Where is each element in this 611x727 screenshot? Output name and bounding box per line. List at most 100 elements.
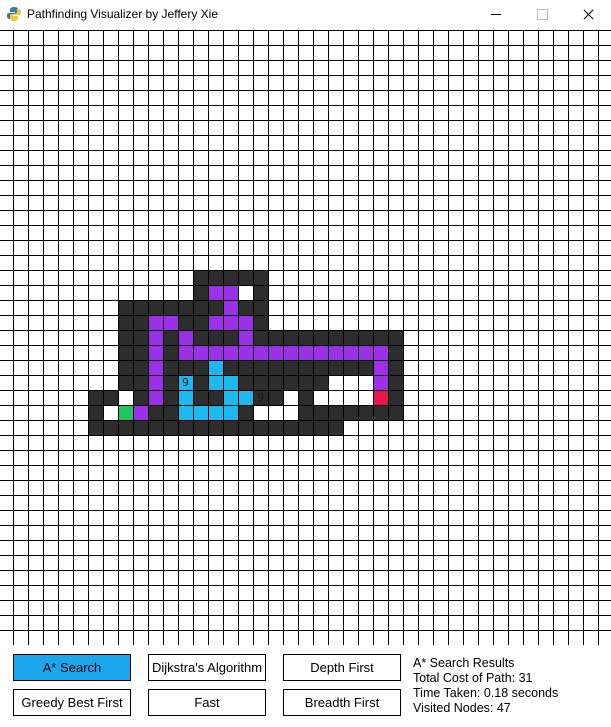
wall-cell[interactable] (163, 405, 178, 420)
close-button[interactable] (565, 0, 611, 30)
wall-cell[interactable] (223, 420, 238, 435)
wall-cell[interactable] (118, 360, 133, 375)
wall-cell[interactable] (163, 360, 178, 375)
maximize-button[interactable] (519, 0, 565, 30)
wall-cell[interactable] (118, 315, 133, 330)
path-cell[interactable] (268, 345, 283, 360)
wall-cell[interactable] (133, 420, 148, 435)
wall-cell[interactable] (298, 420, 313, 435)
path-cell[interactable] (148, 375, 163, 390)
wall-cell[interactable] (298, 390, 313, 405)
path-cell[interactable] (358, 345, 373, 360)
wall-cell[interactable] (343, 330, 358, 345)
dijkstra-algorithm-button[interactable]: Dijkstra's Algorithm (148, 654, 266, 681)
path-cell[interactable] (373, 360, 388, 375)
wall-cell[interactable] (88, 390, 103, 405)
path-cell[interactable] (223, 345, 238, 360)
path-cell[interactable] (193, 345, 208, 360)
path-cell[interactable] (298, 345, 313, 360)
wall-cell[interactable] (118, 420, 133, 435)
wall-cell[interactable] (148, 420, 163, 435)
wall-cell[interactable] (253, 420, 268, 435)
wall-cell[interactable] (268, 360, 283, 375)
wall-cell[interactable] (298, 360, 313, 375)
visited-cell[interactable] (238, 390, 253, 405)
wall-cell[interactable] (193, 360, 208, 375)
wall-cell[interactable] (193, 300, 208, 315)
wall-cell[interactable] (358, 330, 373, 345)
path-cell[interactable] (208, 345, 223, 360)
path-cell[interactable] (373, 345, 388, 360)
path-cell[interactable] (313, 345, 328, 360)
wall-cell[interactable] (313, 405, 328, 420)
wall-cell[interactable] (238, 405, 253, 420)
path-cell[interactable] (328, 345, 343, 360)
wall-cell[interactable] (268, 375, 283, 390)
path-cell[interactable] (253, 345, 268, 360)
path-cell[interactable] (208, 315, 223, 330)
wall-cell[interactable] (283, 360, 298, 375)
wall-cell[interactable] (388, 345, 403, 360)
wall-cell[interactable] (328, 330, 343, 345)
visited-cell[interactable] (178, 390, 193, 405)
breadth-first-button[interactable]: Breadth First (283, 689, 401, 716)
wall-cell[interactable] (223, 270, 238, 285)
astar-search-button[interactable]: A* Search (13, 654, 131, 681)
wall-cell[interactable] (313, 375, 328, 390)
wall-cell[interactable] (298, 405, 313, 420)
wall-cell[interactable] (253, 285, 268, 300)
wall-cell[interactable] (238, 360, 253, 375)
greedy-best-first-button[interactable]: Greedy Best First (13, 689, 131, 716)
wall-cell[interactable] (298, 330, 313, 345)
wall-cell[interactable] (358, 405, 373, 420)
visited-cell[interactable] (223, 405, 238, 420)
wall-cell[interactable] (208, 390, 223, 405)
wall-cell[interactable] (223, 360, 238, 375)
wall-cell[interactable] (208, 330, 223, 345)
depth-first-button[interactable]: Depth First (283, 654, 401, 681)
wall-cell[interactable] (178, 360, 193, 375)
wall-cell[interactable] (253, 270, 268, 285)
wall-cell[interactable] (208, 420, 223, 435)
wall-cell[interactable] (133, 390, 148, 405)
wall-cell[interactable] (253, 315, 268, 330)
wall-cell[interactable] (223, 330, 238, 345)
path-cell[interactable] (343, 345, 358, 360)
wall-cell[interactable] (328, 405, 343, 420)
wall-cell[interactable] (373, 330, 388, 345)
wall-cell[interactable] (193, 285, 208, 300)
wall-cell[interactable] (163, 420, 178, 435)
wall-cell[interactable] (298, 375, 313, 390)
path-cell[interactable] (283, 345, 298, 360)
path-cell[interactable] (223, 285, 238, 300)
wall-cell[interactable] (88, 405, 103, 420)
wall-cell[interactable] (313, 420, 328, 435)
wall-cell[interactable] (268, 330, 283, 345)
wall-cell[interactable] (268, 420, 283, 435)
minimize-button[interactable] (473, 0, 519, 30)
visited-cell[interactable] (208, 375, 223, 390)
path-cell[interactable] (223, 315, 238, 330)
wall-cell[interactable] (373, 405, 388, 420)
wall-cell[interactable] (193, 420, 208, 435)
wall-cell[interactable] (253, 330, 268, 345)
wall-cell[interactable] (118, 375, 133, 390)
wall-cell[interactable] (208, 300, 223, 315)
pathfinding-grid[interactable]: 99 (0, 30, 611, 645)
wall-cell[interactable] (193, 375, 208, 390)
wall-cell[interactable] (208, 270, 223, 285)
wall-cell[interactable] (388, 390, 403, 405)
wall-cell[interactable] (193, 315, 208, 330)
path-cell[interactable] (148, 330, 163, 345)
path-cell[interactable] (148, 360, 163, 375)
wall-cell[interactable] (193, 390, 208, 405)
wall-cell[interactable] (388, 405, 403, 420)
wall-cell[interactable] (283, 420, 298, 435)
wall-cell[interactable] (163, 375, 178, 390)
wall-cell[interactable] (118, 345, 133, 360)
grid-canvas[interactable]: 99 (0, 30, 611, 645)
wall-cell[interactable] (238, 420, 253, 435)
wall-cell[interactable] (328, 360, 343, 375)
path-cell[interactable] (238, 330, 253, 345)
path-cell[interactable] (133, 405, 148, 420)
